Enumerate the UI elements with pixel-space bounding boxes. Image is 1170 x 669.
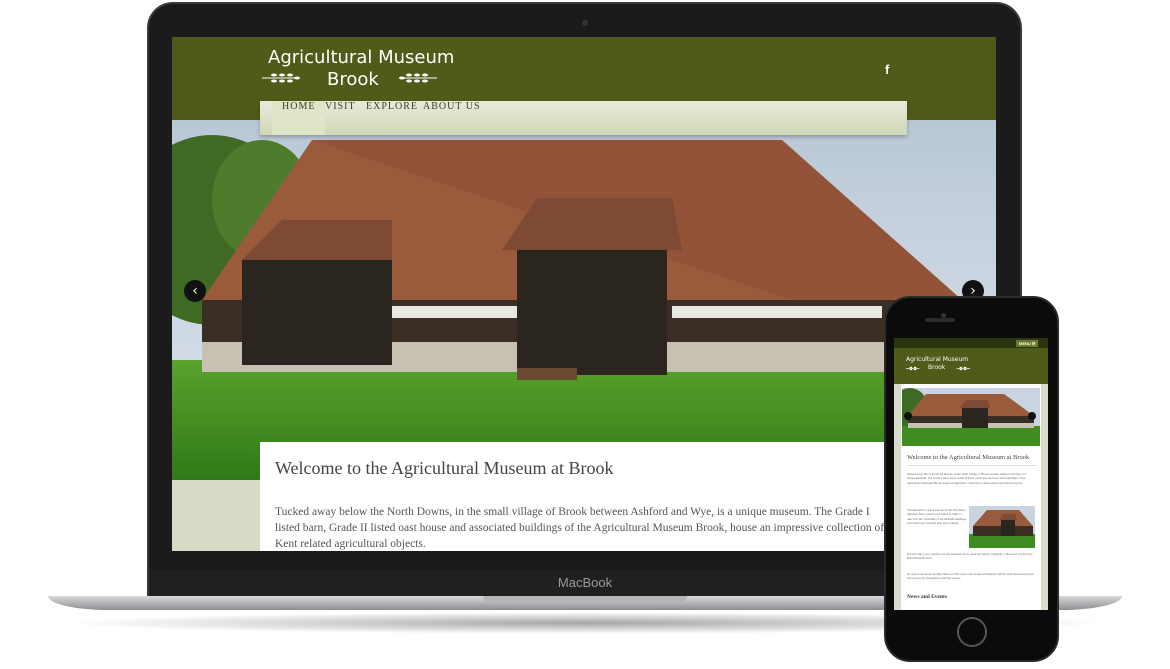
laptop-camera (582, 20, 588, 26)
mobile-news-heading: News and Events (907, 594, 948, 600)
mobile-wheat-left-icon (906, 366, 920, 371)
mobile-barn-photo (902, 388, 1040, 446)
phone-screen: MENU ☰ Agricultural Museum Brook Welcome… (894, 338, 1048, 610)
mobile-logo-subtitle[interactable]: Brook (928, 364, 945, 371)
facebook-icon[interactable]: f (885, 62, 889, 77)
logo-title[interactable]: Agricultural Museum (268, 47, 454, 68)
welcome-panel: Welcome to the Agricultural Museum at Br… (260, 442, 907, 551)
mobile-logo-title[interactable]: Agricultural Museum (906, 356, 968, 363)
mobile-menu-button[interactable]: MENU ☰ (1016, 340, 1039, 347)
wheat-left-icon (262, 73, 300, 83)
mobile-welcome-heading: Welcome to the Agricultural Museum at Br… (907, 454, 1037, 466)
mobile-inline-barn-photo (969, 506, 1035, 548)
mobile-content-card: Welcome to the Agricultural Museum at Br… (901, 384, 1041, 610)
mobile-paragraph-2: The museum is owned and run by the Wye R… (907, 508, 967, 525)
phone-speaker (925, 318, 955, 322)
hero-slider: ‹ › (172, 120, 996, 480)
nav-about-us[interactable]: ABOUT US (413, 101, 491, 135)
laptop-screen: Agricultural Museum Brook f ‹ › HOME VIS… (172, 37, 996, 551)
mobile-paragraph-3: We welcome you to explore our site and l… (907, 552, 1033, 561)
laptop-notch (483, 596, 687, 602)
welcome-heading: Welcome to the Agricultural Museum at Br… (275, 458, 614, 478)
mobile-paragraph-1: Tucked away below the North Downs, in th… (907, 472, 1027, 485)
mobile-hero-slider (902, 388, 1040, 446)
page-background-strip (172, 480, 260, 551)
phone-home-button[interactable] (957, 617, 987, 647)
wheat-right-icon (399, 73, 437, 83)
intro-paragraph: Tucked away below the North Downs, in th… (275, 506, 885, 550)
logo-subtitle[interactable]: Brook (327, 69, 379, 90)
mobile-wheat-right-icon (956, 366, 970, 371)
main-nav: HOME VISIT EXPLORE ABOUT US (260, 101, 907, 135)
mobile-slider-prev-icon[interactable] (904, 412, 912, 420)
mobile-slider-next-icon[interactable] (1028, 412, 1036, 420)
mobile-paragraph-4: As well as the usual opening times we of… (907, 572, 1034, 581)
slider-prev-icon[interactable]: ‹ (184, 280, 206, 302)
mobile-topbar: MENU ☰ (894, 338, 1048, 348)
mobile-header: Agricultural Museum Brook (894, 348, 1048, 384)
barn-photo (172, 120, 996, 480)
